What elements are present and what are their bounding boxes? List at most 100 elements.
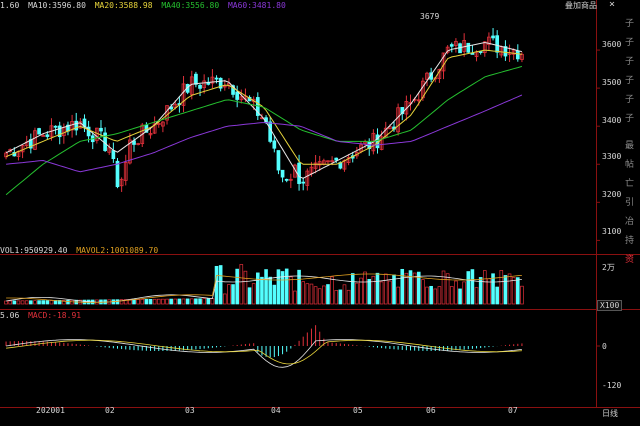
volume-bar bbox=[342, 284, 347, 305]
volume-bar bbox=[511, 277, 516, 305]
volume-bar bbox=[198, 298, 202, 305]
volume-bar bbox=[429, 285, 433, 305]
volume-bar bbox=[363, 271, 367, 305]
side-tab[interactable]: 亡 bbox=[619, 176, 640, 189]
volume-bar bbox=[445, 273, 450, 305]
volume-bar bbox=[322, 285, 326, 305]
volume-bar bbox=[454, 280, 458, 305]
volume-bar bbox=[379, 281, 384, 305]
volume-bar bbox=[375, 272, 380, 305]
volume-bar bbox=[181, 298, 186, 305]
volume-bar bbox=[194, 298, 198, 305]
candle-body bbox=[99, 127, 103, 132]
candle-body bbox=[37, 128, 41, 135]
candle-body bbox=[491, 35, 495, 39]
volume-bar bbox=[24, 300, 29, 305]
kline-chart[interactable] bbox=[0, 0, 640, 426]
side-tab[interactable]: 子 bbox=[619, 16, 640, 29]
volume-bar bbox=[12, 300, 17, 305]
volume-bar bbox=[140, 299, 145, 305]
candle-body bbox=[284, 178, 289, 181]
side-tab[interactable]: 子 bbox=[619, 54, 640, 67]
peak-annotation: 3679 bbox=[420, 12, 440, 21]
volume-bar bbox=[309, 283, 314, 305]
volume-bar bbox=[251, 283, 256, 305]
macd-legend: 5.06 MACD:-18.91 bbox=[0, 311, 85, 320]
volume-bar bbox=[334, 290, 339, 305]
volume-bar bbox=[416, 271, 421, 305]
volume-bar bbox=[289, 276, 293, 305]
volume-bar bbox=[268, 276, 272, 305]
candle-body bbox=[198, 84, 202, 89]
volume-bar bbox=[317, 288, 322, 305]
volume-bar bbox=[4, 300, 8, 305]
macd-dea-line bbox=[6, 339, 522, 365]
volume-bar bbox=[297, 269, 301, 305]
candle-body bbox=[280, 169, 285, 178]
volume-bar bbox=[41, 300, 46, 305]
volume-bar bbox=[433, 288, 438, 305]
volume-bar bbox=[284, 268, 289, 305]
volume-axis-label: 2万 bbox=[602, 263, 615, 272]
candle-body bbox=[111, 150, 116, 160]
legend-ma40: MA40:3556.80 bbox=[161, 1, 220, 10]
candle-body bbox=[495, 35, 500, 53]
volume-bar bbox=[276, 269, 281, 305]
date-axis-label: 05 bbox=[353, 406, 363, 415]
side-tab[interactable]: 资 bbox=[619, 252, 640, 265]
volume-bar bbox=[355, 282, 359, 305]
volume-bar bbox=[231, 284, 235, 305]
volume-bar bbox=[161, 298, 165, 305]
side-tab[interactable]: 持 bbox=[619, 233, 640, 246]
volume-bar bbox=[243, 270, 248, 305]
volume-bar bbox=[185, 298, 190, 305]
candle-body bbox=[235, 91, 240, 100]
legend-ma20: MA20:3588.98 bbox=[94, 1, 153, 10]
side-tab[interactable]: 子 bbox=[619, 111, 640, 124]
volume-unit-badge[interactable]: X100 bbox=[597, 300, 623, 311]
macd-axis-label: -120 bbox=[602, 381, 622, 390]
side-tab[interactable]: 引 bbox=[619, 195, 640, 208]
volume-bar bbox=[169, 298, 173, 305]
overlay-symbol-button[interactable]: 叠加商品 bbox=[565, 0, 607, 12]
volume-bar bbox=[421, 279, 425, 305]
period-selector[interactable]: 日线 bbox=[602, 408, 638, 422]
volume-bar bbox=[396, 286, 400, 305]
volume-bar bbox=[218, 265, 223, 305]
volume-bar bbox=[474, 287, 479, 305]
side-tab[interactable]: 子 bbox=[619, 35, 640, 48]
volume-legend: VOL1:950929.40 MAVOL2:1001089.70 bbox=[0, 246, 162, 255]
volume-bar bbox=[516, 277, 520, 305]
candle-body bbox=[272, 140, 277, 149]
volume-bar bbox=[301, 281, 306, 305]
volume-bar bbox=[305, 283, 310, 305]
volume-bar bbox=[144, 299, 149, 305]
price-axis-divider bbox=[596, 0, 597, 408]
volume-bar bbox=[115, 299, 120, 305]
volume-bar bbox=[313, 286, 318, 305]
side-tab[interactable]: 子 bbox=[619, 73, 640, 86]
date-axis-label: 04 bbox=[271, 406, 281, 415]
date-axis-label: 02 bbox=[105, 406, 115, 415]
close-icon[interactable]: × bbox=[609, 0, 615, 10]
candle-body bbox=[515, 50, 520, 60]
side-tab[interactable]: 帖 bbox=[619, 157, 640, 170]
date-axis-label: 06 bbox=[426, 406, 436, 415]
volume-bar bbox=[503, 275, 508, 305]
legend-macd: MACD:-18.91 bbox=[28, 311, 82, 320]
volume-bar bbox=[8, 300, 12, 305]
legend-last-value: 1.60 bbox=[0, 1, 20, 10]
macd-pane-divider[interactable] bbox=[0, 309, 640, 310]
candle-body bbox=[115, 160, 120, 188]
side-tab[interactable]: 最 bbox=[619, 138, 640, 151]
side-tab[interactable]: 子 bbox=[619, 92, 640, 105]
volume-bar bbox=[330, 276, 334, 305]
volume-bar bbox=[383, 273, 388, 305]
candle-body bbox=[470, 53, 475, 55]
price-legend: 1.60 MA10:3596.80 MA20:3588.98 MA40:3556… bbox=[0, 1, 290, 10]
volume-bar bbox=[367, 278, 372, 305]
volume-bar bbox=[437, 286, 442, 305]
side-tab[interactable]: 冶 bbox=[619, 214, 640, 227]
ma60-line bbox=[6, 94, 523, 173]
volume-bar bbox=[462, 281, 466, 305]
